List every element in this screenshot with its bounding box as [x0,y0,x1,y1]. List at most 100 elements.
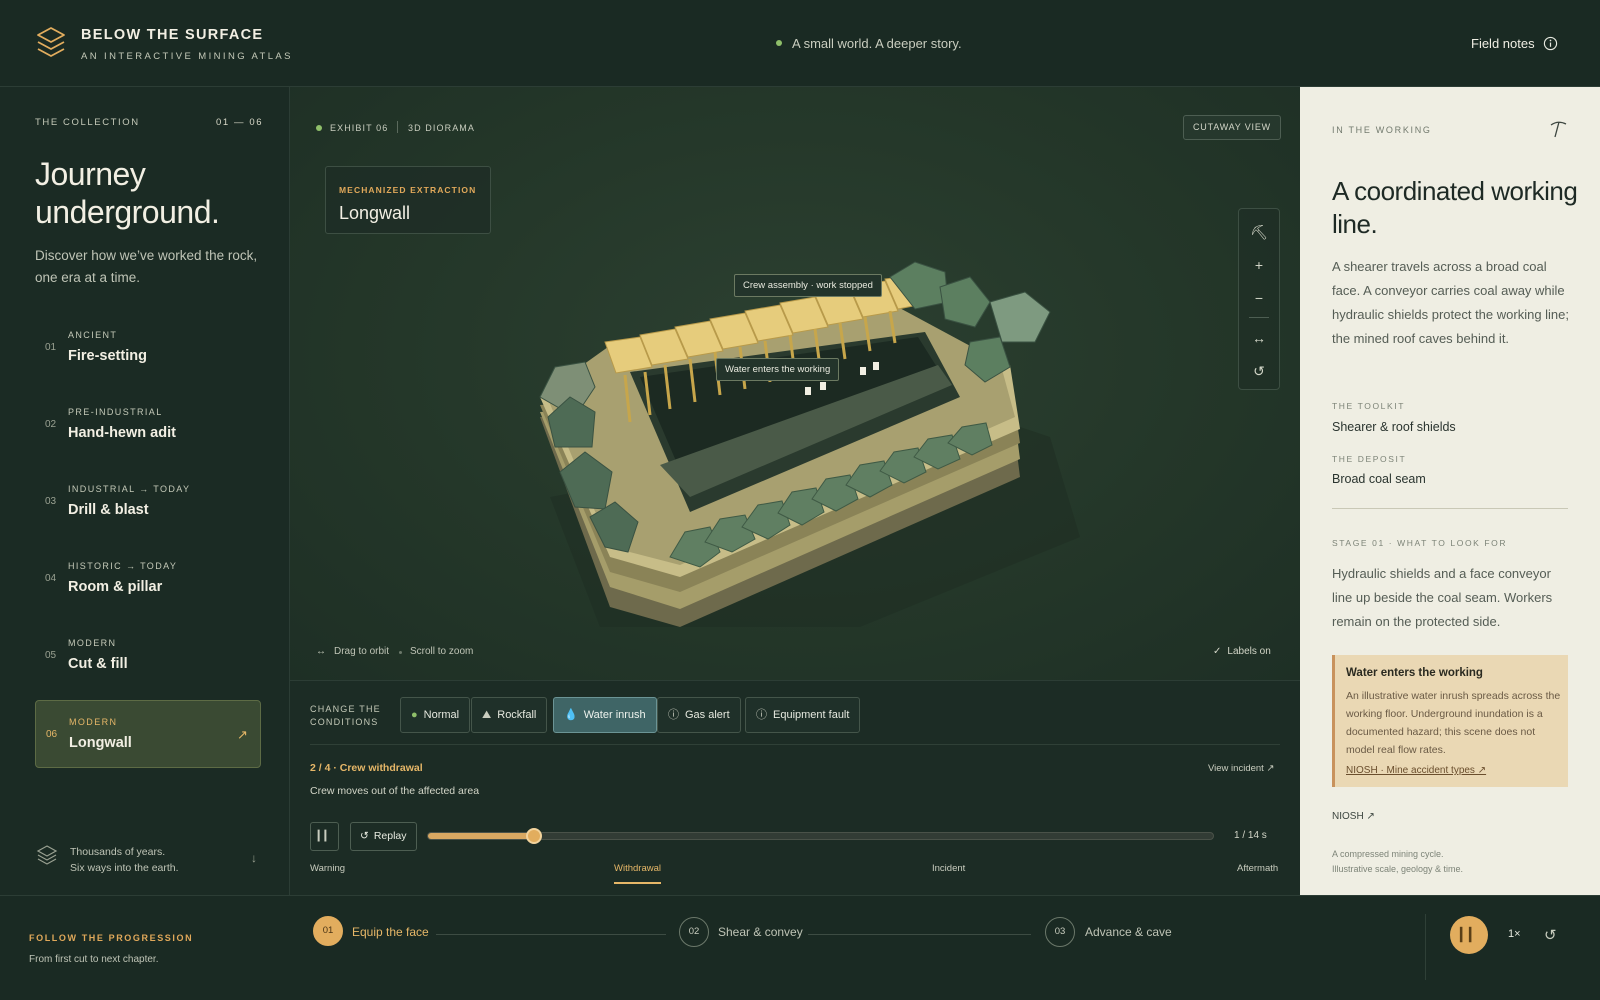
era-item-fire-setting[interactable]: 01 ANCIENT Fire-setting [35,314,261,382]
layers-icon [36,845,58,865]
era-name: Hand-hewn adit [68,425,176,441]
sidebar-footer-text: Thousands of years. Six ways into the ea… [70,844,179,876]
condition-gas-alert-button[interactable]: ⓘ Gas alert [657,697,741,733]
deposit-value: Broad coal seam [1332,472,1426,486]
field-notes-link[interactable]: Field notes [1471,36,1535,51]
era-number: 05 [45,650,57,661]
phase-aftermath[interactable]: Aftermath [1237,863,1278,874]
pause-button[interactable]: ▎▎ [310,822,339,851]
divider [397,121,398,133]
pickaxe-icon [1550,121,1567,138]
collection-sidebar: THE COLLECTION 01 — 06 Journey undergrou… [0,87,290,895]
reset-icon[interactable]: ↺ [1544,926,1557,944]
era-name: Drill & blast [68,502,149,518]
phase-withdrawal[interactable]: Withdrawal [614,863,661,874]
era-name: Longwall [69,735,132,751]
speed-toggle[interactable]: 1× [1508,928,1521,940]
pickaxe-icon[interactable]: ⛏ [1239,217,1279,247]
pause-button[interactable]: ▎▎ [1450,916,1488,954]
arrow-down-icon[interactable]: ↓ [251,851,257,865]
labels-toggle-label: Labels on [1227,646,1271,657]
step-circle-2[interactable]: 02 [679,917,709,947]
conditions-label-line: CONDITIONS [310,717,379,727]
progression-footer: FOLLOW THE PROGRESSION From first cut to… [0,895,1600,1000]
divider [1249,317,1269,318]
zoom-in-icon[interactable]: + [1239,250,1279,280]
toolkit-value: Shearer & roof shields [1332,420,1456,434]
orbit-hint-label: Drag to orbit [334,646,390,657]
era-item-longwall[interactable]: 06 MODERN Longwall ↗ [35,700,261,768]
cutaway-view-button[interactable]: CUTAWAY VIEW [1183,115,1281,140]
orbit-arrows-icon[interactable]: ↔ [1239,323,1279,353]
exhibit-label: EXHIBIT 06 [330,123,389,133]
era-period: MODERN [69,717,118,727]
condition-label: Gas alert [685,709,730,721]
step-label-advance[interactable]: Advance & cave [1085,925,1172,939]
condition-equipment-fault-button[interactable]: ⓘ Equipment fault [745,697,861,733]
condition-normal-button[interactable]: ● Normal [400,697,471,733]
era-period: INDUSTRIAL → TODAY [68,484,191,494]
reset-view-icon[interactable]: ↺ [1239,356,1279,386]
era-name: Room & pillar [68,579,163,595]
callout-crew-assembly: Crew assembly · work stopped [734,274,882,297]
mountain-icon: ⛰ [482,709,492,721]
longwall-diorama-illustration [539,261,1080,627]
collection-range: 01 — 06 [216,117,264,128]
replay-button[interactable]: ↺ Replay [350,822,417,851]
era-number: 06 [46,729,58,740]
condition-label: Equipment fault [773,709,850,721]
step-circle-1[interactable]: 01 [313,916,343,946]
panel-footnote: A compressed mining cycle. Illustrative … [1332,847,1463,877]
tagline: A small world. A deeper story. [792,36,962,51]
phase-incident[interactable]: Incident [932,863,965,874]
progression-subtitle: From first cut to next chapter. [29,954,159,965]
era-item-cut-fill[interactable]: 05 MODERN Cut & fill [35,622,261,690]
zoom-out-icon[interactable]: − [1239,283,1279,313]
info-icon[interactable] [1543,36,1558,51]
era-name: Fire-setting [68,348,147,364]
step-label-shear[interactable]: Shear & convey [718,925,803,939]
era-item-hand-hewn-adit[interactable]: 02 PRE-INDUSTRIAL Hand-hewn adit [35,391,261,459]
niosh-link[interactable]: NIOSH ↗ [1332,811,1375,822]
era-item-room-pillar[interactable]: 04 HISTORIC → TODAY Room & pillar [35,545,261,613]
separator-dot [399,651,402,654]
era-item-drill-blast[interactable]: 03 INDUSTRIAL → TODAY Drill & blast [35,468,261,536]
info-icon: ⓘ [756,709,767,721]
condition-rockfall-button[interactable]: ⛰ Rockfall [471,697,548,733]
diorama-viewer[interactable]: EXHIBIT 06 3D DIORAMA CUTAWAY VIEW MECHA… [290,87,1300,680]
collection-label: THE COLLECTION [35,117,140,128]
conditions-panel: CHANGE THE CONDITIONS ● Normal ⛰ Rockfall … [290,680,1300,895]
step-circle-3[interactable]: 03 [1045,917,1075,947]
conditions-label: CHANGE THE CONDITIONS [310,703,381,729]
deposit-label: THE DEPOSIT [1332,454,1407,464]
condition-water-inrush-button[interactable]: 💧 Water inrush [553,697,657,733]
exhibit-type: 3D DIORAMA [408,123,476,133]
timeline-thumb[interactable] [525,828,542,844]
orbit-hint: ↔ Drag to orbit [316,646,389,657]
toolkit-label: THE TOOLKIT [1332,401,1406,411]
era-number: 03 [45,496,57,507]
panel-body: A shearer travels across a broad coal fa… [1332,259,1570,346]
top-header: BELOW THE SURFACE AN INTERACTIVE MINING … [0,0,1600,87]
info-panel: IN THE WORKING A coordinated working lin… [1300,87,1600,895]
step-label-equip[interactable]: Equip the face [352,925,429,939]
step-title: 2 / 4 · Crew withdrawal [310,762,423,774]
sidebar-heading: Journey underground. [35,156,220,230]
stage-label: STAGE 01 · WHAT TO LOOK FOR [1332,538,1508,548]
layers-logo-icon [37,27,65,57]
brand-title: BELOW THE SURFACE [81,27,264,43]
niosh-accident-types-link[interactable]: NIOSH · Mine accident types ↗ [1346,765,1486,776]
footnote-line: Illustrative scale, geology & time. [1332,864,1464,874]
alert-body: An illustrative water inrush spreads acr… [1346,690,1561,756]
labels-toggle[interactable]: ✓ Labels on [1213,646,1271,657]
era-period: HISTORIC → TODAY [68,561,178,571]
view-incident-link[interactable]: View incident ↗ [1208,763,1274,774]
step-connector [436,934,666,935]
timeline-slider[interactable] [427,828,1214,844]
condition-label: Rockfall [497,709,537,721]
divider [1425,914,1426,980]
phase-warning[interactable]: Warning [310,863,345,874]
brand-subtitle: AN INTERACTIVE MINING ATLAS [81,51,293,62]
time-readout: 1 / 14 s [1234,830,1267,841]
sidebar-footer-line: Thousands of years. [70,846,166,858]
